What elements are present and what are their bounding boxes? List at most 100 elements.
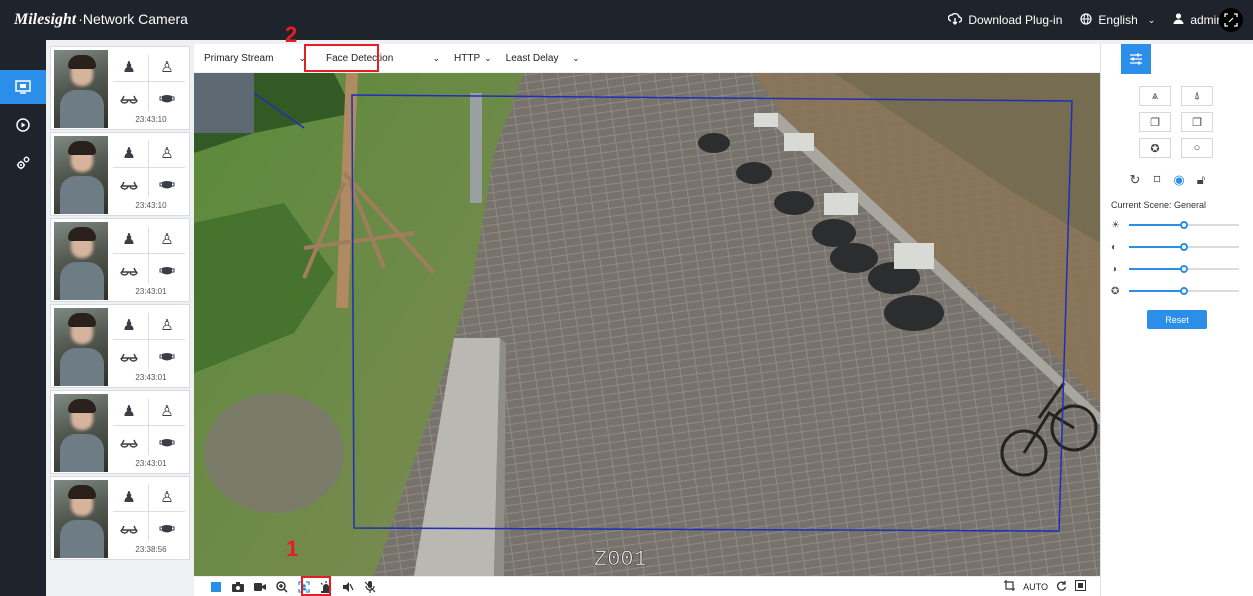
gender-icon: ♟ xyxy=(122,317,136,334)
lock-button[interactable]: 🔓︎ xyxy=(1191,170,1211,190)
reset-button[interactable]: Reset xyxy=(1147,310,1207,329)
snapshot-button[interactable] xyxy=(228,577,248,596)
nav-rail xyxy=(0,40,46,596)
capture-time: 23:43:01 xyxy=(135,373,167,382)
playback-icon xyxy=(16,118,30,132)
age-icon: ♙ xyxy=(160,59,174,76)
gender-icon: ♟ xyxy=(122,489,136,506)
zoom-out-button[interactable]: ⩓ xyxy=(1139,86,1171,106)
download-icon xyxy=(948,12,963,28)
glasses-icon xyxy=(111,429,147,457)
product-name: ·Network Camera xyxy=(78,11,188,27)
microphone-button[interactable] xyxy=(360,577,380,596)
auto-mode-label[interactable]: AUTO xyxy=(1023,582,1048,592)
audio-button[interactable] xyxy=(338,577,358,596)
focus-near-button[interactable]: ❐ xyxy=(1139,112,1171,132)
one-push-focus-button[interactable]: ↻ xyxy=(1125,170,1145,190)
live-video-feed[interactable]: Z001 xyxy=(194,73,1100,576)
face-attributes: ♟ ♙ xyxy=(111,223,187,289)
face-capture-card[interactable]: ♟ ♙ 23:43:01 xyxy=(50,304,190,388)
face-capture-card[interactable]: ♟ ♙ 23:43:10 xyxy=(50,132,190,216)
target-icon: ◉ xyxy=(1173,172,1185,187)
speaker-mute-icon xyxy=(343,581,354,592)
iris-close-icon: ✪ xyxy=(1150,142,1160,155)
face-snapshot xyxy=(54,308,108,386)
iris-open-button[interactable]: ○ xyxy=(1181,138,1213,158)
iris-open-icon: ○ xyxy=(1193,142,1201,154)
zoom-in-button[interactable]: ⍋ xyxy=(1181,86,1213,106)
fullscreen-icon xyxy=(1224,13,1238,27)
camera-scene: Z001 xyxy=(194,73,1100,576)
face-attributes: ♟ ♙ xyxy=(111,137,187,203)
annotation-step-1: 1 xyxy=(286,536,299,561)
face-attributes: ♟ ♙ xyxy=(111,481,187,547)
stop-button[interactable] xyxy=(206,577,226,596)
live-view-icon xyxy=(15,80,31,94)
brightness-slider[interactable]: ☀ xyxy=(1111,218,1247,232)
image-adjust-tab[interactable] xyxy=(1121,44,1151,74)
language-dropdown[interactable]: English ⌄ xyxy=(1080,12,1155,28)
capture-time: 23:43:10 xyxy=(135,201,167,210)
fullscreen-video-icon[interactable] xyxy=(1075,580,1086,593)
focus-far-button[interactable]: ❐ xyxy=(1181,112,1213,132)
glasses-icon xyxy=(111,343,147,371)
digital-zoom-button[interactable] xyxy=(272,577,292,596)
capture-time: 23:43:01 xyxy=(135,459,167,468)
annotation-step-2: 2 xyxy=(285,22,298,47)
glasses-icon xyxy=(111,515,147,543)
glasses-icon xyxy=(111,85,147,113)
nav-live-view[interactable] xyxy=(0,70,46,104)
face-snapshot xyxy=(54,50,108,128)
delay-select[interactable]: Least Delay ⌄ xyxy=(506,53,580,64)
face-capture-card[interactable]: ♟ ♙ 23:38:56 xyxy=(50,476,190,560)
face-snapshot xyxy=(54,480,108,558)
zoom-in-icon xyxy=(276,580,288,593)
capture-time: 23:38:56 xyxy=(135,545,167,554)
app-logo: Milesight ·Network Camera xyxy=(14,11,188,29)
gender-icon: ♟ xyxy=(122,231,136,248)
gender-icon: ♟ xyxy=(122,59,136,76)
sharpness-slider[interactable]: ✪ xyxy=(1111,284,1247,298)
refresh-icon[interactable] xyxy=(1056,580,1067,593)
iris-close-button[interactable]: ✪ xyxy=(1139,138,1171,158)
crop-icon[interactable] xyxy=(1004,580,1016,593)
saturation-slider[interactable]: ◑ xyxy=(1111,262,1247,276)
top-right-menu: Download Plug-in English ⌄ admin xyxy=(948,0,1253,40)
stop-icon xyxy=(211,581,221,592)
mask-icon xyxy=(149,257,185,285)
face-snapshot xyxy=(54,222,108,300)
nav-settings[interactable] xyxy=(0,146,46,180)
user-icon xyxy=(1173,13,1184,27)
focus-far-icon: ❐ xyxy=(1192,116,1202,129)
face-snapshot xyxy=(54,394,108,472)
zone-label: Z001 xyxy=(594,547,647,572)
stream-select[interactable]: Primary Stream ⌄ xyxy=(204,53,306,64)
contrast-slider[interactable]: ◐ xyxy=(1111,240,1247,254)
delay-select-label: Least Delay xyxy=(505,52,559,64)
annotation-box-mode-select xyxy=(304,44,379,72)
mask-icon xyxy=(149,85,185,113)
age-icon: ♙ xyxy=(160,489,174,506)
nav-playback[interactable] xyxy=(0,108,46,142)
protocol-select[interactable]: HTTP ⌄ xyxy=(454,53,492,64)
record-button[interactable] xyxy=(250,577,270,596)
face-capture-card[interactable]: ♟ ♙ 23:43:01 xyxy=(50,218,190,302)
sharpness-icon: ✪ xyxy=(1111,285,1120,297)
chevron-down-icon: ⌄ xyxy=(432,52,440,63)
user-menu[interactable]: admin xyxy=(1173,13,1223,27)
zoom-out-icon: ⩓ xyxy=(1151,89,1159,102)
face-capture-card[interactable]: ♟ ♙ 23:43:01 xyxy=(50,390,190,474)
download-plugin-link[interactable]: Download Plug-in xyxy=(948,12,1062,28)
camera-icon xyxy=(232,581,244,592)
focus-near-icon: ❐ xyxy=(1150,116,1160,129)
fullscreen-button[interactable] xyxy=(1219,8,1243,32)
glasses-icon xyxy=(111,257,147,285)
brightness-icon: ☀ xyxy=(1111,219,1120,231)
focus-area-button[interactable]: ⌑ xyxy=(1147,170,1167,190)
settings-gear-icon xyxy=(16,156,30,170)
language-label: English xyxy=(1098,13,1138,27)
mask-icon xyxy=(149,343,185,371)
auto-focus-button[interactable]: ◉ xyxy=(1169,170,1189,190)
face-capture-card[interactable]: ♟ ♙ 23:43:10 xyxy=(50,46,190,130)
unlock-icon: 🔓︎ xyxy=(1196,172,1206,187)
